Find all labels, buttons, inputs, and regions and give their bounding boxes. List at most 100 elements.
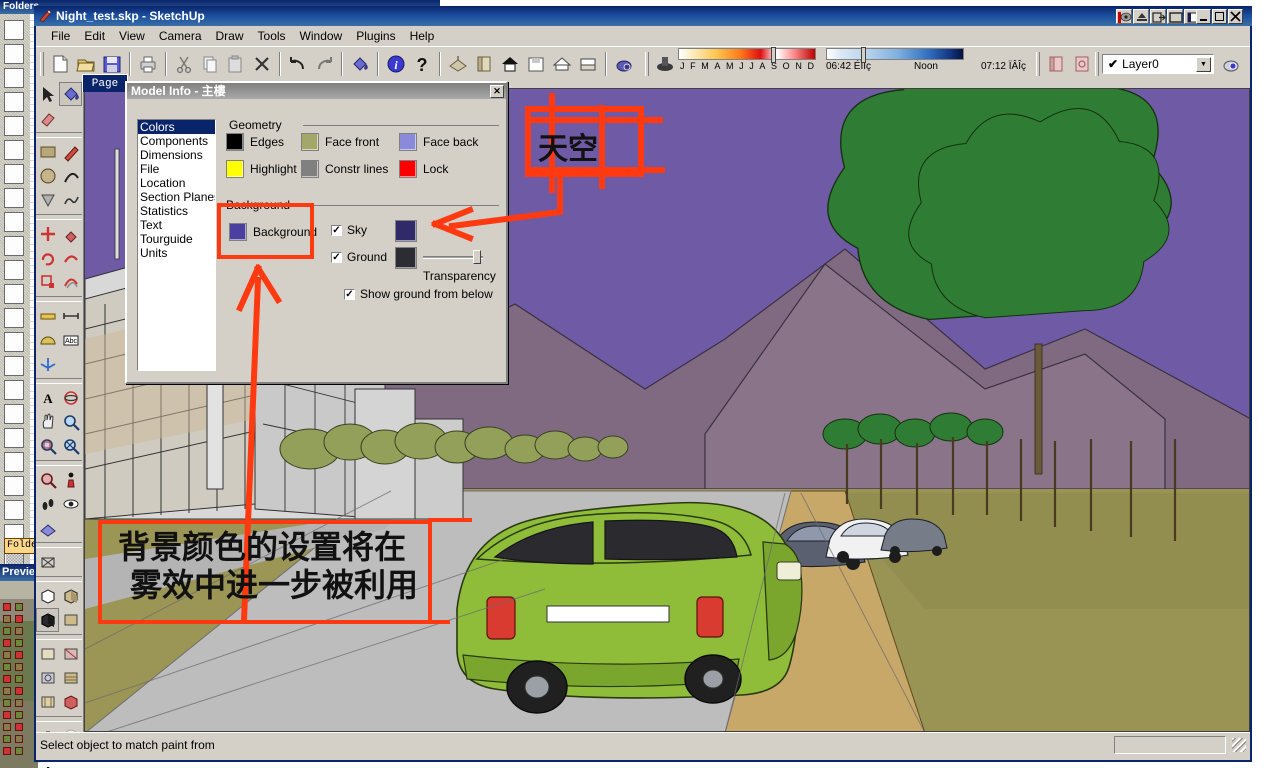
constr-lines-color-swatch[interactable] <box>301 160 319 178</box>
ground-checkbox-row[interactable]: ✓ Ground <box>331 250 387 264</box>
3d-text-tool[interactable]: A <box>36 386 59 410</box>
model-info-button[interactable]: i <box>383 51 409 77</box>
background-window-checkbox[interactable] <box>4 116 24 136</box>
background-window-checkbox[interactable] <box>4 44 24 64</box>
rectangle-tool[interactable] <box>36 140 59 164</box>
axes-tool[interactable] <box>36 352 59 376</box>
edges-color-swatch[interactable] <box>226 133 244 151</box>
menu-item-file[interactable]: File <box>44 27 77 45</box>
menu-item-plugins[interactable]: Plugins <box>349 27 402 45</box>
shaded-style[interactable] <box>59 584 82 608</box>
left-view[interactable] <box>59 642 82 666</box>
menubar[interactable]: File Edit View Camera Draw Tools Window Plugins… <box>36 26 1250 46</box>
background-window-checkbox[interactable] <box>4 284 24 304</box>
model-info-dialog[interactable]: Model Info - 主樓 ✕ Colors Components Dimens… <box>125 81 508 384</box>
background-window-checkbox[interactable] <box>4 500 24 520</box>
sky-color-swatch[interactable] <box>395 220 417 242</box>
time-slider-wrap[interactable]: 06:42 ÉÏÎç Noon 07:12 ÏÂÎç <box>826 46 1026 79</box>
page-home-button[interactable] <box>497 51 523 77</box>
eraser-tool[interactable] <box>36 106 59 130</box>
time-slider-thumb[interactable] <box>861 46 866 63</box>
cut-button[interactable] <box>171 51 197 77</box>
menu-item-help[interactable]: Help <box>403 27 442 45</box>
paint-bucket-tool[interactable] <box>59 82 82 106</box>
show-ground-from-below-row[interactable]: ✓ Show ground from below <box>344 287 493 301</box>
resize-grip[interactable] <box>1232 737 1246 752</box>
background-window-checkbox[interactable] <box>4 140 24 160</box>
menu-item-tools[interactable]: Tools <box>251 27 293 45</box>
shadow-toolbar-grip[interactable] <box>645 51 649 76</box>
save-document-button[interactable] <box>99 51 125 77</box>
sky-checkbox[interactable]: ✓ <box>331 224 342 236</box>
category-item-dimensions[interactable]: Dimensions <box>138 148 215 162</box>
text-style-tool[interactable]: A <box>36 758 59 768</box>
followme-tool[interactable] <box>59 246 82 270</box>
page-update-button[interactable] <box>549 51 575 77</box>
face-back-color-swatch[interactable] <box>399 133 417 151</box>
bottom-view[interactable] <box>36 690 59 714</box>
protractor-tool[interactable] <box>36 328 59 352</box>
layer-display-button[interactable] <box>1043 51 1069 77</box>
section-plane-tool[interactable] <box>36 516 59 540</box>
back-view[interactable] <box>36 642 59 666</box>
category-item-statistics[interactable]: Statistics <box>138 204 215 218</box>
maximize-button[interactable] <box>1212 9 1227 24</box>
category-item-components[interactable]: Components <box>138 134 215 148</box>
circle-tool[interactable] <box>36 164 59 188</box>
iso-view[interactable] <box>59 690 82 714</box>
undo-button[interactable] <box>285 51 311 77</box>
zoom-extents-tool[interactable] <box>59 434 82 458</box>
dialog-close-button[interactable]: ✕ <box>490 84 504 98</box>
delete-button[interactable] <box>249 51 275 77</box>
background-window-checkbox[interactable] <box>4 404 24 424</box>
select-tool[interactable] <box>36 82 59 106</box>
copy-button[interactable] <box>197 51 223 77</box>
paint-bucket-button[interactable] <box>347 51 373 77</box>
sky-checkbox-row[interactable]: ✓ Sky <box>331 223 367 237</box>
swatch-row-edges[interactable]: Edges <box>226 133 284 151</box>
show-ground-checkbox[interactable]: ✓ <box>344 288 355 300</box>
titlebar-extra-toolbar[interactable] <box>1116 9 1200 24</box>
category-item-file[interactable]: File <box>138 162 215 176</box>
text-tool[interactable]: Abc <box>59 328 82 352</box>
layer-combo-grip[interactable] <box>1095 51 1099 76</box>
dimension-tool[interactable] <box>59 304 82 328</box>
measurement-field[interactable] <box>1114 735 1226 754</box>
previous-view-tool[interactable] <box>36 468 59 492</box>
layer-manager-button[interactable] <box>1069 51 1095 77</box>
shadow-settings-button[interactable] <box>611 51 637 77</box>
background-window-checkbox[interactable] <box>4 164 24 184</box>
shadow-display-button[interactable] <box>1116 9 1132 24</box>
category-item-section-planes[interactable]: Section Planes <box>138 190 215 204</box>
shadow-toggle-button[interactable] <box>652 51 678 77</box>
right-view[interactable] <box>36 666 59 690</box>
category-item-text[interactable]: Text <box>138 218 215 232</box>
position-camera-tool[interactable] <box>59 468 82 492</box>
fullscreen-button[interactable] <box>1167 9 1183 24</box>
minimize-button[interactable] <box>1196 9 1211 24</box>
help-button[interactable]: ? <box>409 51 435 77</box>
top-toolbar[interactable]: i ? J F M A M J J A S O N D 06:42 ÉÏÎç N… <box>36 46 1250 80</box>
swatch-row-face-front[interactable]: Face front <box>301 133 379 151</box>
background-window-checkbox[interactable] <box>4 92 24 112</box>
rotate-tool[interactable] <box>36 246 59 270</box>
background-window-checkbox[interactable] <box>4 476 24 496</box>
print-button[interactable] <box>135 51 161 77</box>
walk-tool[interactable] <box>59 492 82 516</box>
menu-item-view[interactable]: View <box>112 27 152 45</box>
background-window-checkbox[interactable] <box>4 356 24 376</box>
page-tab[interactable]: Page <box>82 74 128 92</box>
background-window-checkbox[interactable] <box>4 380 24 400</box>
time-slider[interactable] <box>826 46 964 63</box>
close-button[interactable] <box>1228 9 1243 24</box>
textured-style[interactable] <box>36 608 59 632</box>
background-window-checkbox[interactable] <box>4 332 24 352</box>
layer-toolbar-grip[interactable] <box>1036 51 1040 76</box>
category-item-tourguide[interactable]: Tourguide <box>138 232 215 246</box>
pushpull-tool[interactable] <box>59 222 82 246</box>
hiddenline-style[interactable] <box>36 584 59 608</box>
menu-item-edit[interactable]: Edit <box>77 27 112 45</box>
category-item-colors[interactable]: Colors <box>138 120 215 134</box>
look-around-tool[interactable] <box>36 492 59 516</box>
redo-button[interactable] <box>311 51 337 77</box>
